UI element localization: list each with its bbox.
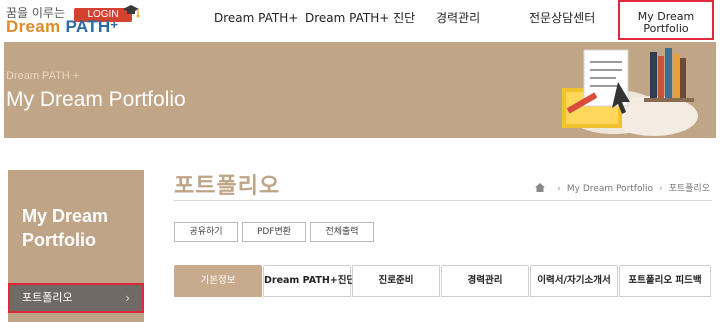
nav-item-dream-path-diagnosis[interactable]: Dream PATH+ 진단 bbox=[305, 0, 415, 40]
share-button[interactable]: 공유하기 bbox=[174, 222, 238, 242]
breadcrumb-separator: › bbox=[557, 184, 561, 194]
home-icon[interactable] bbox=[535, 183, 546, 192]
tab-career-management[interactable]: 경력관리 bbox=[441, 265, 529, 297]
logo-path: PATH bbox=[65, 17, 111, 36]
portfolio-tabs: 기본정보 Dream PATH+진단 진로준비 경력관리 이력서/자기소개서 포… bbox=[174, 265, 712, 297]
pdf-convert-button[interactable]: PDF변환 bbox=[242, 222, 306, 242]
page: 꿈을 이루는 LOGIN Dream PATH+ Dream PATH+ Dre… bbox=[0, 0, 720, 322]
sidebar-item-portfolio[interactable]: 포트폴리오 › bbox=[8, 283, 144, 313]
tab-career-preparation[interactable]: 진로준비 bbox=[352, 265, 440, 297]
logo-wordmark: Dream PATH+ bbox=[6, 17, 118, 37]
site-logo[interactable]: 꿈을 이루는 LOGIN Dream PATH+ bbox=[6, 2, 146, 40]
title-divider bbox=[174, 200, 712, 201]
nav-item-career-management[interactable]: 경력관리 bbox=[436, 0, 480, 40]
logo-dream: Dream bbox=[6, 17, 61, 36]
nav-item-my-dream-portfolio[interactable]: My Dream Portfolio bbox=[618, 0, 714, 40]
page-title: 포트폴리오 bbox=[174, 174, 281, 199]
chevron-right-icon: › bbox=[125, 291, 130, 305]
banner-title: My Dream Portfolio bbox=[6, 88, 186, 111]
tab-resume[interactable]: 이력서/자기소개서 bbox=[530, 265, 618, 297]
sidebar-item-label: 포트폴리오 bbox=[22, 291, 73, 304]
logo-plus: + bbox=[110, 17, 119, 32]
sidebar: My Dream Portfolio 포트폴리오 › bbox=[8, 170, 144, 322]
breadcrumb-separator: › bbox=[658, 184, 663, 194]
breadcrumb-item[interactable]: My Dream Portfolio bbox=[567, 184, 653, 194]
header: 꿈을 이루는 LOGIN Dream PATH+ Dream PATH+ Dre… bbox=[0, 0, 720, 42]
print-all-button[interactable]: 전체출력 bbox=[310, 222, 374, 242]
nav-item-counseling-center[interactable]: 전문상담센터 bbox=[529, 0, 595, 40]
breadcrumb-item-current: 포트폴리오 bbox=[668, 184, 710, 194]
breadcrumb: › My Dream Portfolio › 포트폴리오 bbox=[535, 181, 710, 194]
graduation-cap-icon bbox=[123, 5, 140, 18]
tab-portfolio-feedback[interactable]: 포트폴리오 피드백 bbox=[619, 265, 711, 297]
banner-subtitle: Dream PATH + bbox=[6, 70, 80, 82]
nav-item-dream-path[interactable]: Dream PATH+ bbox=[214, 0, 298, 40]
tab-dream-path-diagnosis[interactable]: Dream PATH+진단 bbox=[263, 265, 355, 297]
hero-banner: Dream PATH + My Dream Portfolio bbox=[4, 42, 716, 138]
portfolio-illustration-icon bbox=[562, 48, 698, 136]
tab-basic-info[interactable]: 기본정보 bbox=[174, 265, 262, 297]
sidebar-title: My Dream Portfolio bbox=[22, 206, 109, 250]
